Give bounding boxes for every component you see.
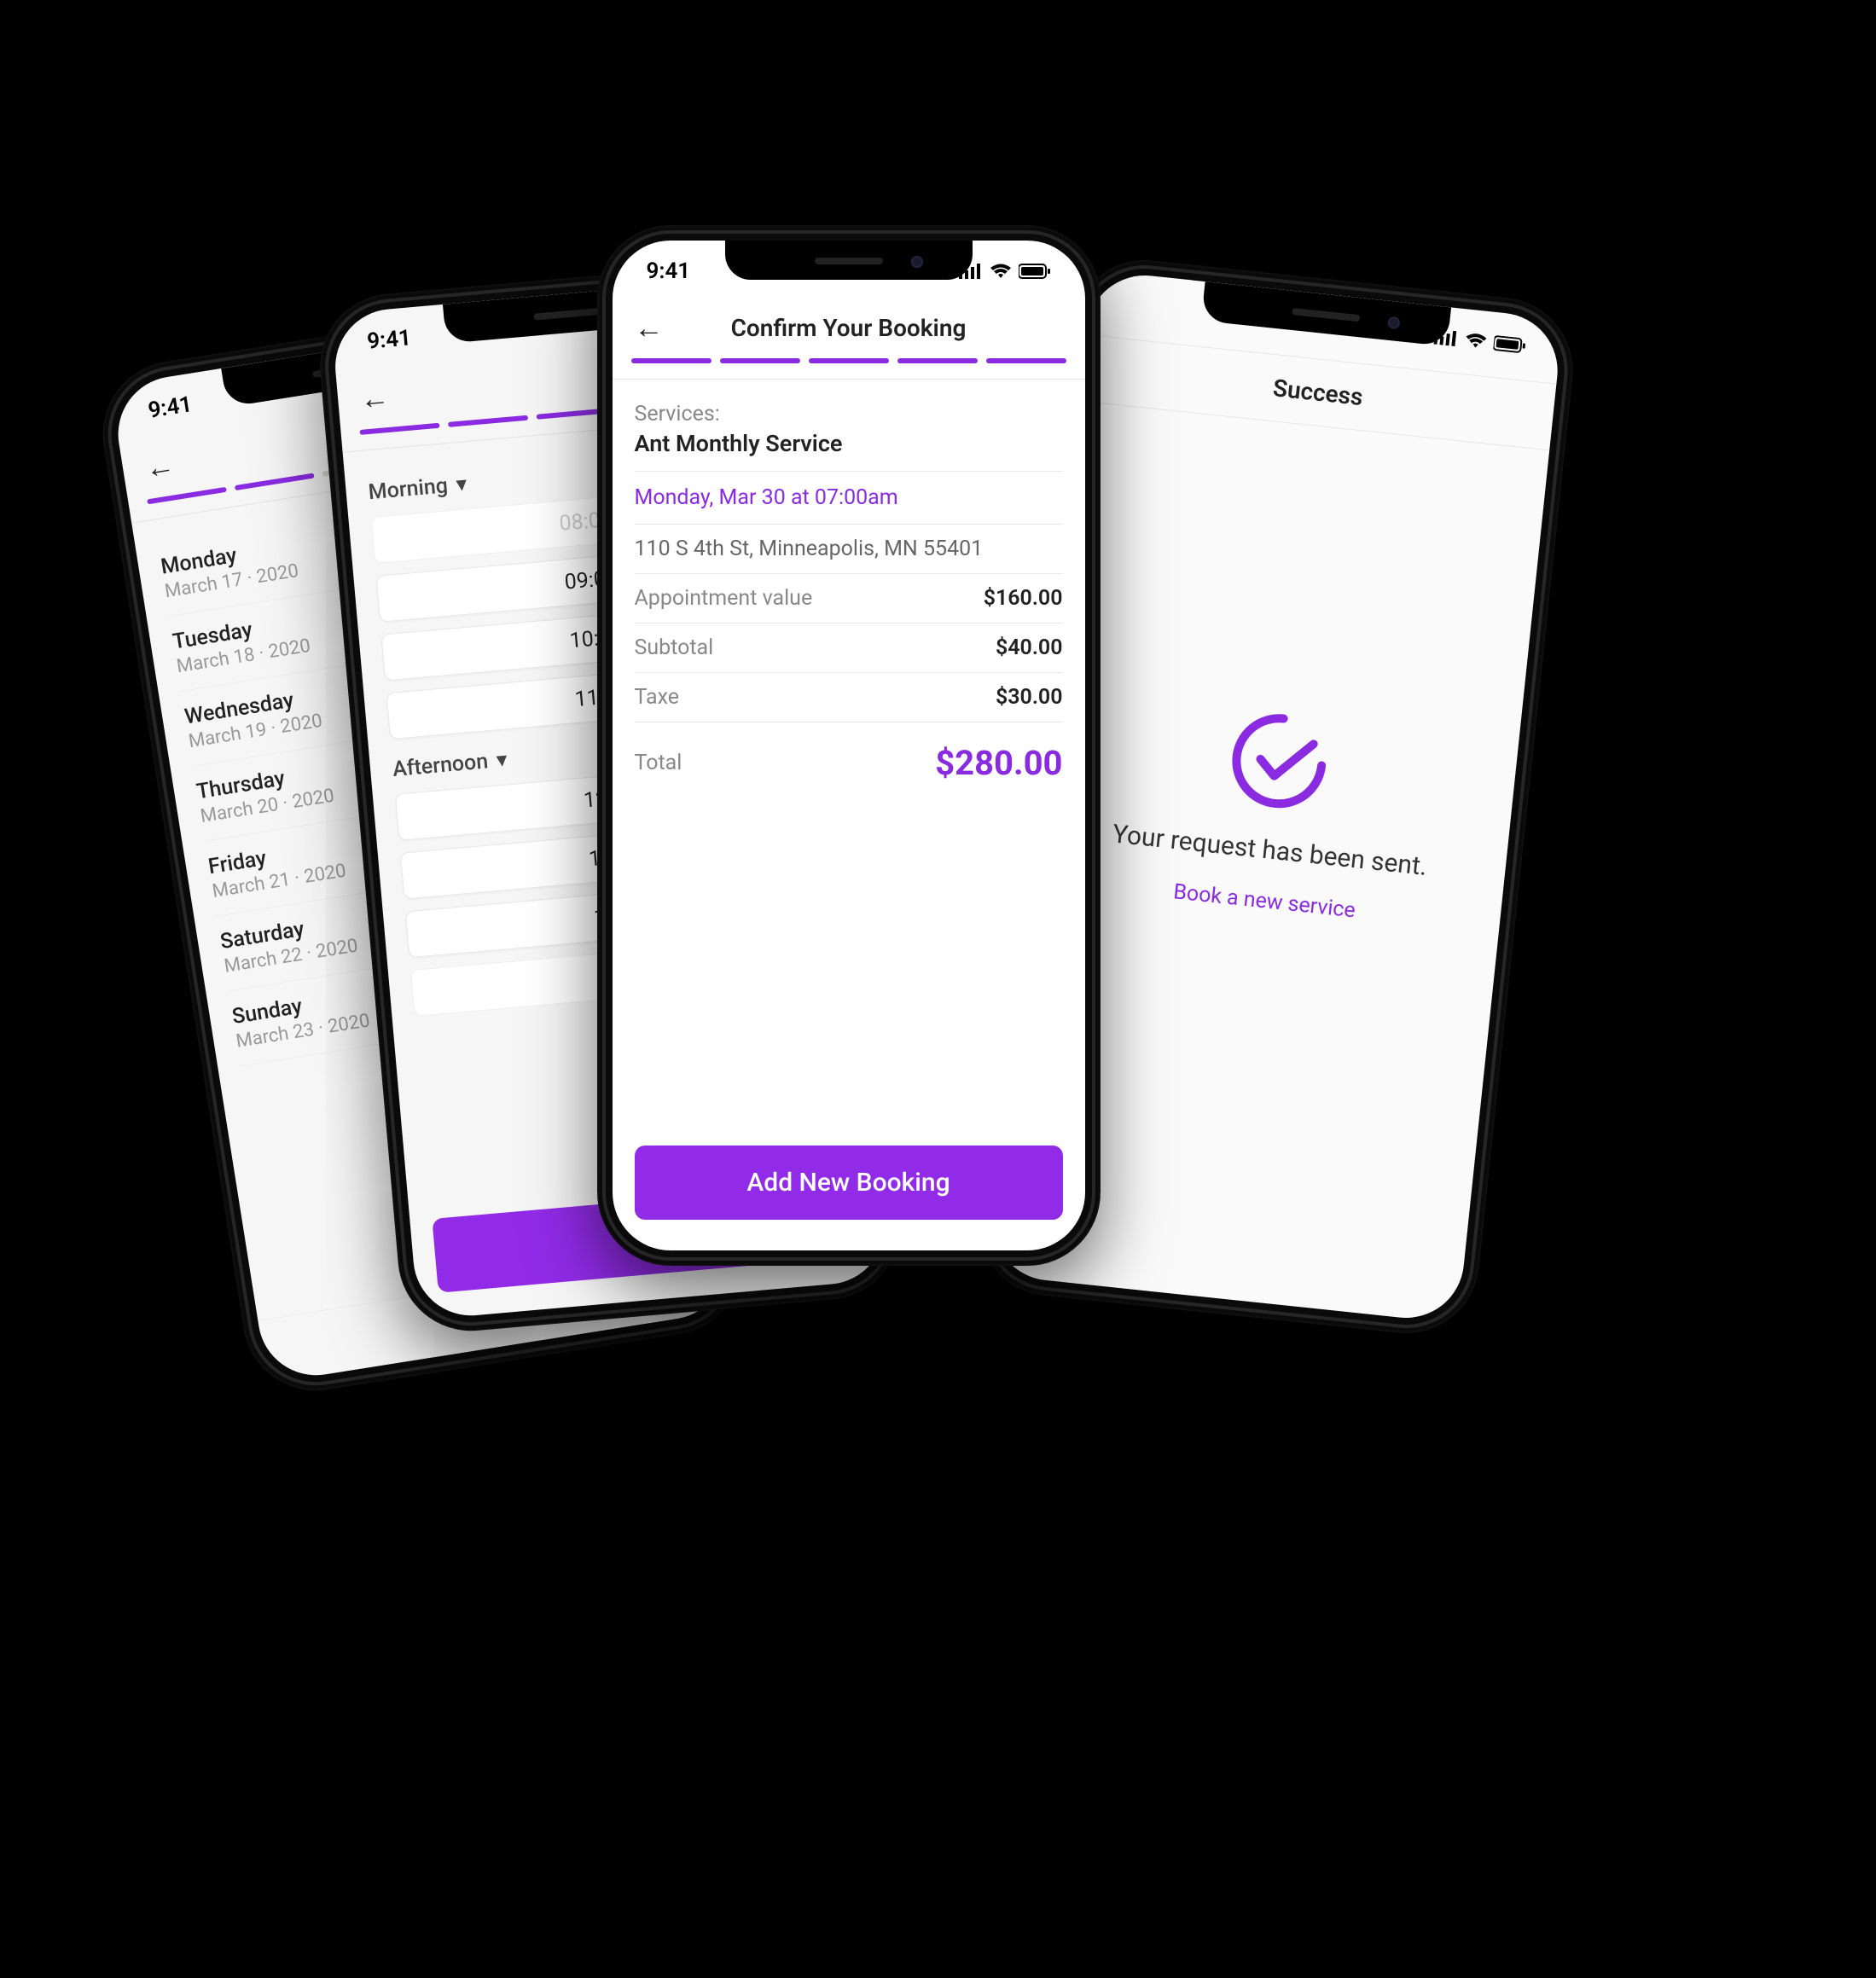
morning-label: Morning: [367, 473, 448, 504]
status-icons: [959, 264, 1051, 279]
back-button[interactable]: ←: [635, 314, 664, 343]
price-value: $30.00: [996, 685, 1063, 710]
booking-address: 110 S 4th St, Minneapolis, MN 55401: [635, 525, 1063, 574]
price-label: Appointment value: [635, 586, 813, 611]
success-check-icon: [1223, 704, 1335, 816]
afternoon-label: Afternoon: [391, 748, 488, 781]
battery-icon: [1019, 264, 1051, 279]
price-row: Subtotal $40.00: [635, 624, 1063, 673]
wifi-icon: [1464, 332, 1488, 350]
page-title: Confirm Your Booking: [613, 314, 1085, 342]
price-label: Taxe: [635, 685, 680, 710]
services-label: Services:: [635, 402, 1063, 426]
notch: [725, 241, 973, 280]
battery-icon: [1493, 334, 1527, 353]
page-title: Success: [1271, 374, 1364, 411]
price-row: Appointment value $160.00: [635, 574, 1063, 624]
booking-datetime: Monday, Mar 30 at 07:00am: [635, 472, 1063, 525]
total-value: $280.00: [935, 743, 1062, 783]
price-row: Taxe $30.00: [635, 673, 1063, 722]
back-button[interactable]: ←: [142, 450, 176, 484]
price-value: $40.00: [996, 635, 1063, 660]
caret-down-icon: ▾: [455, 471, 468, 497]
status-time: 9:41: [146, 392, 194, 424]
progress-bar: [613, 358, 1085, 372]
add-new-booking-button[interactable]: Add New Booking: [635, 1146, 1063, 1220]
back-button[interactable]: ←: [358, 382, 390, 414]
price-value: $160.00: [984, 586, 1063, 611]
caret-down-icon: ▾: [495, 746, 508, 773]
wifi-icon: [990, 264, 1012, 279]
phone-confirm-booking: 9:41 ← Confirm Your Booking Services:: [597, 225, 1101, 1266]
total-row: Total $280.00: [635, 722, 1063, 795]
status-time: 9:41: [647, 258, 691, 284]
success-message: Your request has been sent.: [1111, 818, 1428, 881]
status-icons: [1433, 328, 1526, 353]
status-time: 9:41: [366, 325, 412, 354]
book-new-service-link[interactable]: Book a new service: [1172, 879, 1356, 922]
service-name: Ant Monthly Service: [635, 430, 1063, 472]
price-label: Subtotal: [635, 635, 714, 660]
total-label: Total: [635, 751, 682, 775]
